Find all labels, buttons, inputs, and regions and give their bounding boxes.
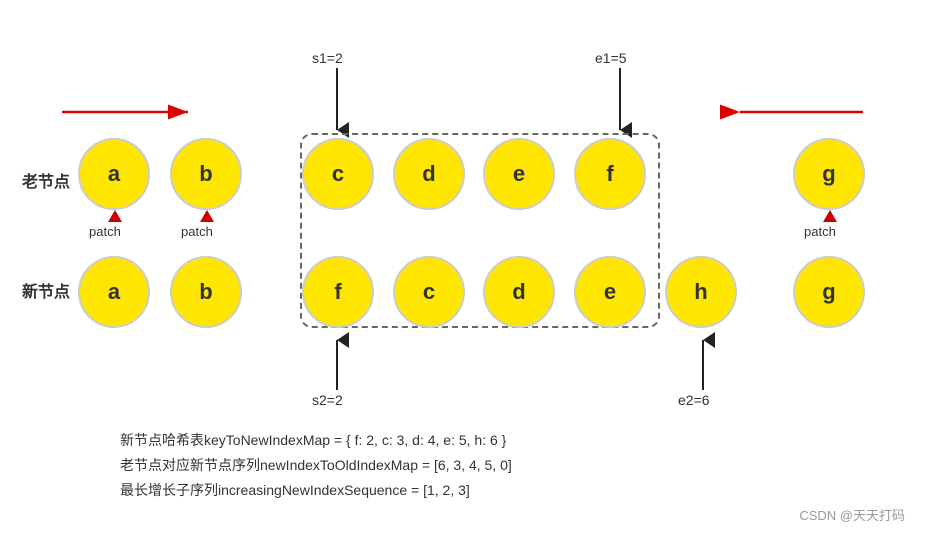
new-node-h: h (665, 256, 737, 328)
old-node-f: f (574, 138, 646, 210)
s1-label: s1=2 (312, 50, 343, 66)
new-node-e: e (574, 256, 646, 328)
new-nodes-label: 新节点 (22, 278, 70, 302)
patch-label-g: patch (804, 224, 836, 239)
bottom-line-2: 老节点对应新节点序列newIndexToOldIndexMap = [6, 3,… (120, 455, 512, 475)
bottom-line-1: 新节点哈希表keyToNewIndexMap = { f: 2, c: 3, d… (120, 430, 506, 450)
old-node-c: c (302, 138, 374, 210)
e1-label: e1=5 (595, 50, 627, 66)
old-node-b: b (170, 138, 242, 210)
old-node-d: d (393, 138, 465, 210)
new-node-f: f (302, 256, 374, 328)
watermark: CSDN @天天打码 (799, 505, 905, 524)
old-node-e: e (483, 138, 555, 210)
patch-label-b: patch (181, 224, 213, 239)
old-node-g: g (793, 138, 865, 210)
new-node-b: b (170, 256, 242, 328)
old-node-a: a (78, 138, 150, 210)
new-node-g: g (793, 256, 865, 328)
old-nodes-label: 老节点 (22, 168, 70, 192)
new-node-d: d (483, 256, 555, 328)
bottom-line-3: 最长增长子序列increasingNewIndexSequence = [1, … (120, 480, 470, 500)
new-node-a: a (78, 256, 150, 328)
e2-label: e2=6 (678, 392, 710, 408)
new-node-c: c (393, 256, 465, 328)
s2-label: s2=2 (312, 392, 343, 408)
diagram-container: 老节点 新节点 a b c d e f g a b f c d e h g pa… (0, 0, 925, 534)
patch-label-a: patch (89, 224, 121, 239)
